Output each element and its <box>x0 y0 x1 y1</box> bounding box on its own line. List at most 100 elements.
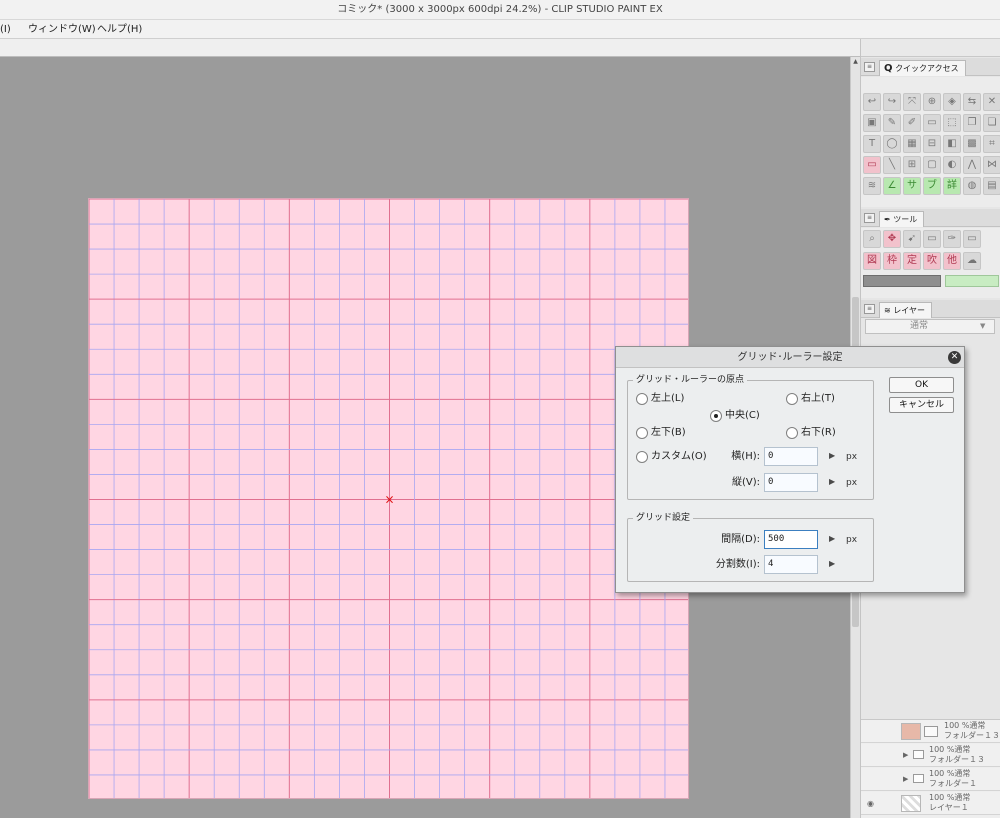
radio-bottom-left[interactable]: 左下(B) <box>636 426 706 440</box>
frame-border-icon[interactable]: ▢ <box>923 156 941 174</box>
slider-arrow-icon[interactable]: ▶ <box>829 534 837 544</box>
brush-icon[interactable]: ✐ <box>903 114 921 132</box>
selection-icon[interactable]: ▭ <box>923 230 941 248</box>
balloon-icon[interactable]: ◯ <box>883 135 901 153</box>
radio-top-right[interactable]: 右上(T) <box>786 392 856 406</box>
balloon-tool-icon[interactable]: 吹 <box>923 252 941 270</box>
scroll-up-arrow-icon[interactable]: ▲ <box>851 57 860 66</box>
frame-tool-icon[interactable]: 枠 <box>883 252 901 270</box>
eyedropper-icon[interactable]: ✑ <box>943 230 961 248</box>
dialog-title: グリッド･ルーラー設定 <box>616 347 964 368</box>
radio-custom[interactable]: カスタム(O) <box>636 450 716 464</box>
main-color-swatch[interactable] <box>863 275 941 287</box>
layer-tabbar: ≡ ≋ レイヤー <box>861 300 1000 318</box>
eraser-icon[interactable]: ▭ <box>923 114 941 132</box>
material-icon[interactable]: ブ <box>923 177 941 195</box>
slider-arrow-icon[interactable]: ▶ <box>829 477 837 487</box>
expand-arrow-icon[interactable]: ▶ <box>903 775 908 783</box>
panel-menu-icon[interactable]: ≡ <box>864 304 875 314</box>
sub-color-swatch[interactable] <box>945 275 999 287</box>
q-icon: Q <box>884 63 893 74</box>
rectangle-icon[interactable]: ▭ <box>863 156 881 174</box>
flip-icon[interactable]: ⇆ <box>963 93 981 111</box>
horizontal-offset-input[interactable]: 0 <box>764 447 818 466</box>
radio-circle <box>786 427 798 439</box>
tone-icon[interactable]: ▩ <box>963 135 981 153</box>
canvas-paper[interactable]: × <box>88 198 689 799</box>
zoom-icon[interactable]: ⌕ <box>863 230 881 248</box>
navigator-icon[interactable]: ▤ <box>983 177 1000 195</box>
line-icon[interactable]: ╲ <box>883 156 901 174</box>
crop-icon[interactable]: ⌗ <box>983 135 1000 153</box>
layer-tool-icon[interactable]: ▣ <box>863 114 881 132</box>
eye-icon[interactable]: ◉ <box>867 799 874 808</box>
figure-icon[interactable]: 図 <box>863 252 881 270</box>
ruler-tool-icon[interactable]: 定 <box>903 252 921 270</box>
radio-bottom-right[interactable]: 右下(R) <box>786 426 856 440</box>
slider-arrow-icon[interactable]: ▶ <box>829 559 837 569</box>
operation-icon[interactable]: ➹ <box>903 230 921 248</box>
grid-divisions-input[interactable]: 4 <box>764 555 818 574</box>
tab-quick-access[interactable]: Q クイックアクセス <box>879 60 966 76</box>
vertical-offset-input[interactable]: 0 <box>764 473 818 492</box>
layer-row[interactable]: 100 %通常 フォルダー１３ <box>861 720 1000 743</box>
radio-circle <box>636 451 648 463</box>
menu-item-help[interactable]: ヘルプ(H) <box>97 20 142 39</box>
radio-center[interactable]: 中央(C) <box>710 409 780 423</box>
quick-access-icons: ↩ ↪ ⤧ ⊕ ◈ ⇆ ✕ ▣ ✎ ✐ ▭ ⬚ ❐ ❏ T ◯ ▦ ⊟ ◧ ▩ … <box>861 77 1000 207</box>
tab-layer[interactable]: ≋ レイヤー <box>879 302 933 318</box>
panel-menu-icon[interactable]: ≡ <box>864 213 875 223</box>
menu-item-layer[interactable]: (I) <box>0 20 11 39</box>
text-icon[interactable]: T <box>863 135 881 153</box>
select-icon[interactable]: ⬚ <box>943 114 961 132</box>
clear-icon[interactable]: ✕ <box>983 93 1000 111</box>
other-tool-icon[interactable]: 他 <box>943 252 961 270</box>
frame-icon[interactable]: ▦ <box>903 135 921 153</box>
panel-collapse-bar: ▾ <box>861 39 1000 57</box>
menu-item-window[interactable]: ウィンドウ(W) <box>28 20 96 39</box>
radio-top-left[interactable]: 左上(L) <box>636 392 706 406</box>
slider-arrow-icon[interactable]: ▶ <box>829 451 837 461</box>
palette-icon[interactable]: ◍ <box>963 177 981 195</box>
grid-gap-input[interactable]: 500 <box>764 530 818 549</box>
close-icon[interactable]: ✕ <box>948 351 961 364</box>
paste-icon[interactable]: ❏ <box>983 114 1000 132</box>
layer-row[interactable]: ◉ 100 %通常 レイヤー１ <box>861 792 1000 815</box>
cancel-button[interactable]: キャンセル <box>889 397 954 413</box>
copy-icon[interactable]: ❐ <box>963 114 981 132</box>
fill-icon[interactable]: ◈ <box>943 93 961 111</box>
transform-icon[interactable]: ⤧ <box>903 93 921 111</box>
radio-circle <box>786 393 798 405</box>
blend-tool-icon[interactable]: ☁ <box>963 252 981 270</box>
rotate-icon[interactable]: ⊕ <box>923 93 941 111</box>
panel-menu-icon[interactable]: ≡ <box>864 62 875 72</box>
tab-tool[interactable]: ✒ ツール <box>879 211 925 227</box>
vertical-label: 縦(V): <box>731 477 760 488</box>
symmetry-icon[interactable]: ⋈ <box>983 156 1000 174</box>
ruler-icon[interactable]: ⊟ <box>923 135 941 153</box>
pen-tip-icon: ✒ <box>884 215 894 224</box>
radio-circle <box>636 427 648 439</box>
color-pen-icon[interactable]: ∠ <box>883 177 901 195</box>
gradient-icon[interactable]: ◧ <box>943 135 961 153</box>
perspective-icon[interactable]: ⋀ <box>963 156 981 174</box>
grid-ruler-settings-dialog: グリッド･ルーラー設定 ✕ グリッド・ルーラーの原点 左上(L) 右上(T) 中… <box>615 346 965 593</box>
layer-row[interactable]: ▶ 100 %通常 フォルダー１３ <box>861 744 1000 767</box>
window-title-bar: コミック* (3000 x 3000px 600dpi 24.2%) - CLI… <box>0 0 1000 20</box>
ok-button[interactable]: OK <box>889 377 954 393</box>
move-icon[interactable]: ✥ <box>883 230 901 248</box>
tool-tabbar: ≡ ✒ ツール <box>861 209 1000 227</box>
sub-tool-icon[interactable]: サ <box>903 177 921 195</box>
layer-row[interactable]: ▶ 100 %通常 フォルダー１ <box>861 768 1000 791</box>
redo-icon[interactable]: ↪ <box>883 93 901 111</box>
grid-toggle-icon[interactable]: ⊞ <box>903 156 921 174</box>
detail-icon[interactable]: 詳 <box>943 177 961 195</box>
expand-arrow-icon[interactable]: ▶ <box>903 751 908 759</box>
blend-mode-select[interactable]: 通常 ▼ <box>865 319 995 334</box>
mask-icon[interactable]: ◐ <box>943 156 961 174</box>
pen-icon[interactable]: ✎ <box>883 114 901 132</box>
divisions-label: 分割数(I): <box>715 559 760 570</box>
shape-icon[interactable]: ▭ <box>963 230 981 248</box>
layer-stack-icon[interactable]: ≋ <box>863 177 881 195</box>
undo-icon[interactable]: ↩ <box>863 93 881 111</box>
